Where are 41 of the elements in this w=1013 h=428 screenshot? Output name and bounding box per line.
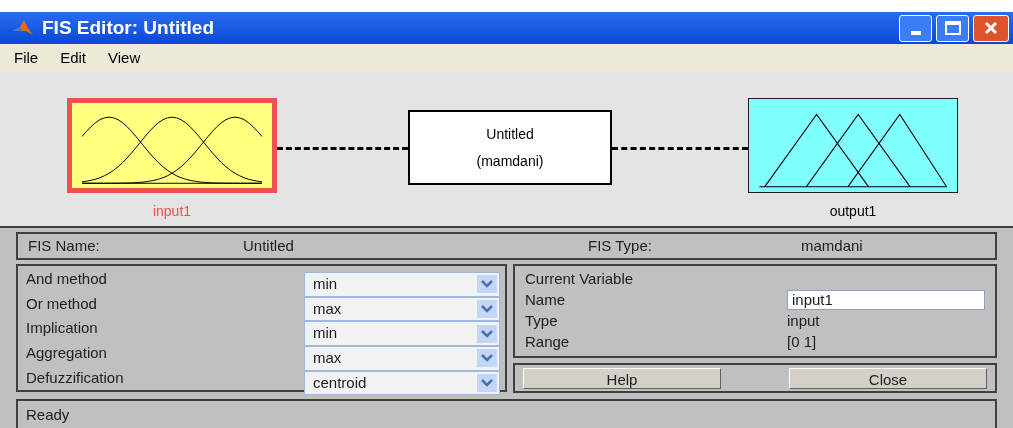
status-text: Ready	[26, 404, 70, 425]
close-button[interactable]	[973, 14, 1009, 42]
minimize-button[interactable]	[899, 14, 932, 42]
current-variable-title: Current Variable	[525, 269, 635, 289]
variable-label: output1	[828, 202, 878, 221]
input-variable-node[interactable]	[67, 98, 277, 193]
close-icon	[984, 21, 998, 35]
method-dropdown[interactable]: centroid	[304, 370, 500, 396]
method-dropdown[interactable]: max	[304, 346, 500, 371]
system-label: (mamdani)	[476, 151, 544, 171]
dialog-button[interactable]: Close	[789, 367, 987, 389]
menu-item[interactable]: View	[108, 46, 141, 70]
fis-name-value: Untitled	[243, 235, 295, 256]
name-label: Name	[525, 290, 566, 310]
fis-name-label: FIS Name:	[28, 235, 101, 256]
method-label: Or method	[26, 293, 98, 314]
method-label: Defuzzification	[26, 367, 125, 388]
window-title: FIS Editor: Untitled	[42, 15, 215, 40]
type-value: input	[787, 311, 820, 331]
minimize-icon	[910, 30, 921, 35]
method-label: And method	[26, 269, 108, 289]
dialog-button[interactable]: Help	[523, 367, 721, 389]
method-label: Aggregation	[26, 343, 108, 364]
maximize-button[interactable]	[936, 14, 969, 42]
method-dropdown[interactable]: max	[304, 296, 500, 322]
range-value: [0 1]	[787, 332, 817, 352]
range-label: Range	[525, 332, 571, 352]
output-variable-node[interactable]	[748, 98, 958, 193]
menu-item[interactable]: Edit	[60, 46, 87, 70]
fis-system-node[interactable]: Untitled (mamdani)	[408, 110, 612, 185]
type-label: Type	[525, 311, 559, 331]
method-dropdown[interactable]: min	[304, 272, 500, 297]
method-label: Implication	[26, 318, 99, 339]
maximize-icon	[944, 21, 961, 35]
fis-type-value: mamdani	[801, 235, 863, 256]
fis-type-label: FIS Type:	[588, 235, 653, 256]
variable-label: input1	[151, 202, 193, 221]
method-dropdown[interactable]: min	[304, 321, 500, 347]
menu-item[interactable]: File	[14, 46, 39, 70]
system-label: Untitled	[486, 124, 534, 144]
name-field[interactable]: input1	[787, 289, 985, 310]
